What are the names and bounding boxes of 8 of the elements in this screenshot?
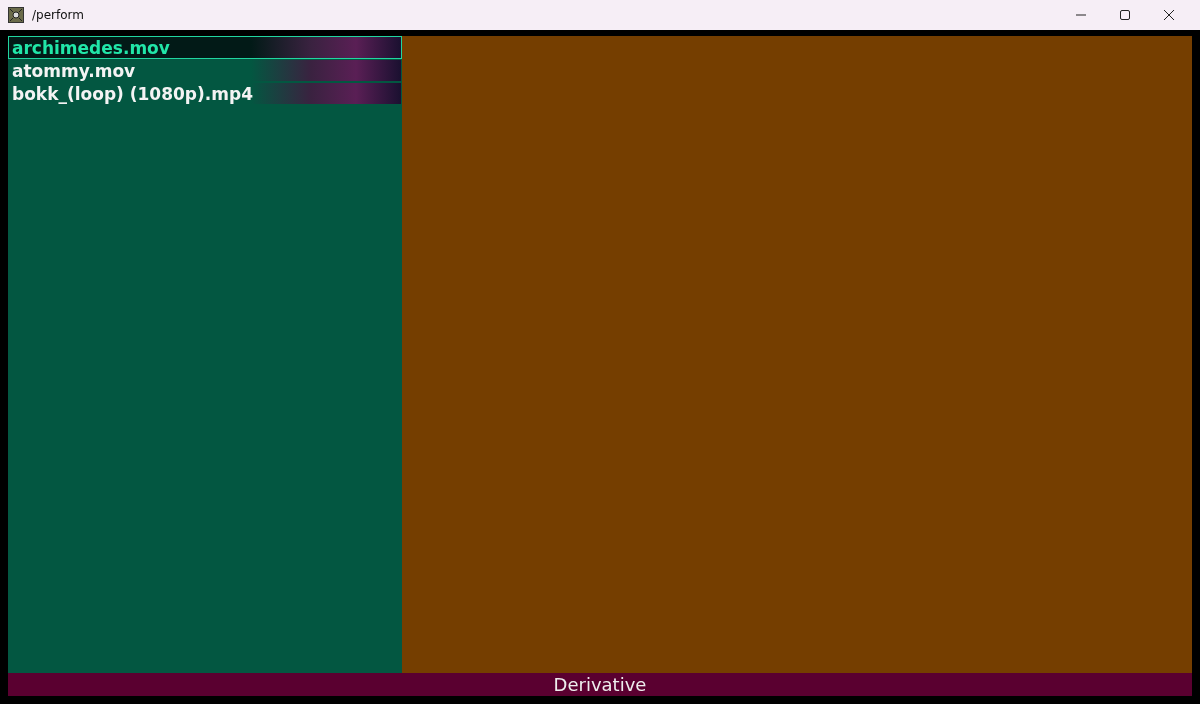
file-list-item[interactable]: bokk_(loop) (1080p).mp4 <box>8 82 402 105</box>
maximize-icon[interactable] <box>1120 10 1130 20</box>
file-list-item[interactable]: archimedes.mov <box>8 36 402 59</box>
close-icon[interactable] <box>1164 10 1174 20</box>
file-list-item[interactable]: atommy.mov <box>8 59 402 82</box>
app-icon <box>8 7 24 23</box>
status-label: Derivative <box>553 674 647 695</box>
window-title: /perform <box>32 8 84 22</box>
